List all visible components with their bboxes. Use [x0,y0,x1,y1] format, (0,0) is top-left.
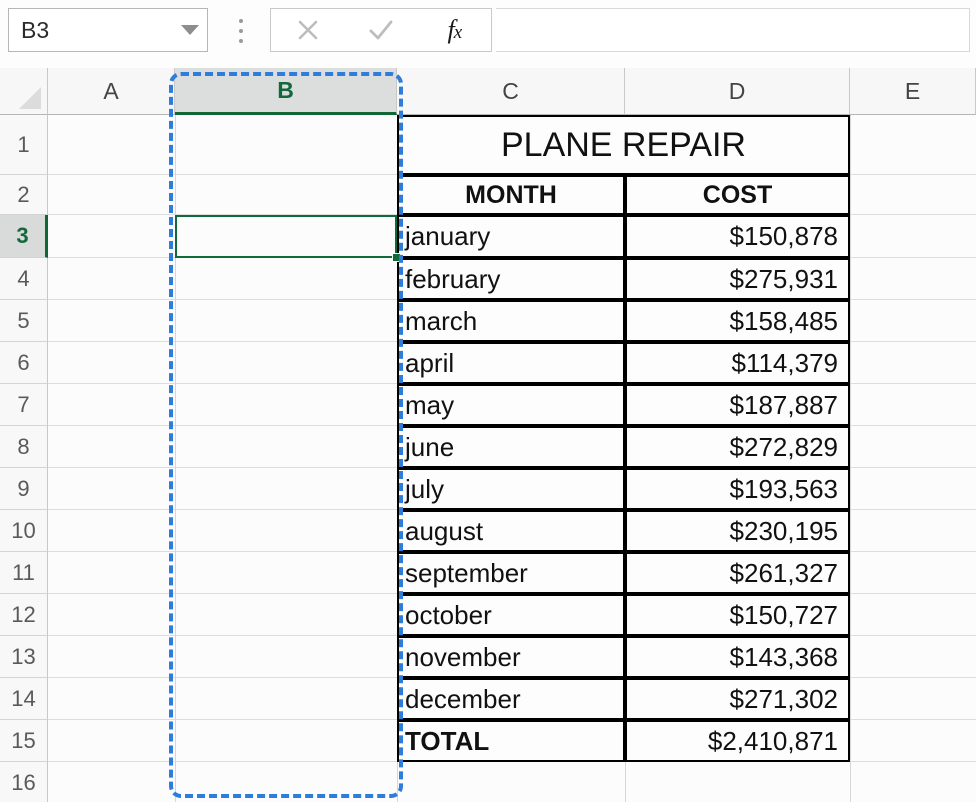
month-cell[interactable]: december [397,678,625,720]
row-header-2[interactable]: 2 [0,175,48,215]
chevron-down-icon[interactable] [173,9,207,51]
report-title-cell[interactable]: PLANE REPAIR [397,115,850,175]
kebab-dot [239,29,243,33]
row-header-7[interactable]: 7 [0,384,48,426]
row-header-5[interactable]: 5 [0,300,48,342]
formula-action-buttons: fx [270,8,492,52]
month-cell[interactable]: april [397,342,625,384]
name-box-value: B3 [21,16,50,43]
cost-cell[interactable]: $150,878 [625,215,850,258]
formula-bar: B3 fx [0,0,976,68]
cost-cell[interactable]: $193,563 [625,468,850,510]
row-header-12[interactable]: 12 [0,594,48,636]
kebab-dot [239,19,243,23]
column-header-d[interactable]: D [625,68,850,115]
fx-insert-function-icon[interactable]: fx [427,9,481,51]
cost-cell[interactable]: $187,887 [625,384,850,426]
row-header-9[interactable]: 9 [0,468,48,510]
excel-window: B3 fx 1 2 3 4 5 6 7 8 9 10 11 12 13 14 1… [0,0,976,802]
name-box[interactable]: B3 [8,8,208,52]
row-header-16[interactable]: 16 [0,762,48,802]
more-options-icon[interactable] [228,12,254,50]
cost-cell[interactable]: $275,931 [625,258,850,300]
row-header-10[interactable]: 10 [0,510,48,552]
total-value-cell[interactable]: $2,410,871 [625,720,850,762]
row-header-11[interactable]: 11 [0,552,48,594]
column-header-b[interactable]: B [175,68,397,115]
column-header-c[interactable]: C [397,68,625,115]
column-header-month-cell[interactable]: MONTH [397,175,625,215]
cost-cell[interactable]: $158,485 [625,300,850,342]
select-all-corner-icon[interactable] [0,68,48,115]
month-cell[interactable]: july [397,468,625,510]
cost-cell[interactable]: $272,829 [625,426,850,468]
cost-cell[interactable]: $271,302 [625,678,850,720]
cancel-x-icon[interactable] [281,9,335,51]
row-header-6[interactable]: 6 [0,342,48,384]
row-header-14[interactable]: 14 [0,678,48,720]
formula-input[interactable] [496,8,970,52]
month-cell[interactable]: january [397,215,625,258]
column-header-a[interactable]: A [48,68,175,115]
row-header-8[interactable]: 8 [0,426,48,468]
month-cell[interactable]: february [397,258,625,300]
month-cell[interactable]: may [397,384,625,426]
column-headers: ABCDE [0,68,976,115]
select-all-triangle [19,87,41,109]
cost-cell[interactable]: $261,327 [625,552,850,594]
row-header-1[interactable]: 1 [0,115,48,175]
grid-vertical-line [175,115,176,802]
grid-row[interactable] [48,762,976,802]
total-label-cell[interactable]: TOTAL [397,720,625,762]
cost-cell[interactable]: $230,195 [625,510,850,552]
spreadsheet-grid[interactable]: 1 2 3 4 5 6 7 8 9 10 11 12 13 14 15 16 ABCDE PLANE REPA… [0,68,976,802]
month-cell[interactable]: november [397,636,625,678]
month-cell[interactable]: august [397,510,625,552]
enter-check-icon[interactable] [354,9,408,51]
row-header-15[interactable]: 15 [0,720,48,762]
row-header-3[interactable]: 3 [0,215,48,258]
cost-cell[interactable]: $114,379 [625,342,850,384]
row-header-13[interactable]: 13 [0,636,48,678]
cost-cell[interactable]: $143,368 [625,636,850,678]
cost-cell[interactable]: $150,727 [625,594,850,636]
month-cell[interactable]: september [397,552,625,594]
fill-handle[interactable] [392,253,401,262]
grid-vertical-line [850,115,851,802]
fx-subscript: x [453,22,463,43]
column-header-e[interactable]: E [850,68,976,115]
kebab-dot [239,39,243,43]
column-header-cost-cell[interactable]: COST [625,175,850,215]
month-cell[interactable]: june [397,426,625,468]
row-header-4[interactable]: 4 [0,258,48,300]
month-cell[interactable]: october [397,594,625,636]
month-cell[interactable]: march [397,300,625,342]
